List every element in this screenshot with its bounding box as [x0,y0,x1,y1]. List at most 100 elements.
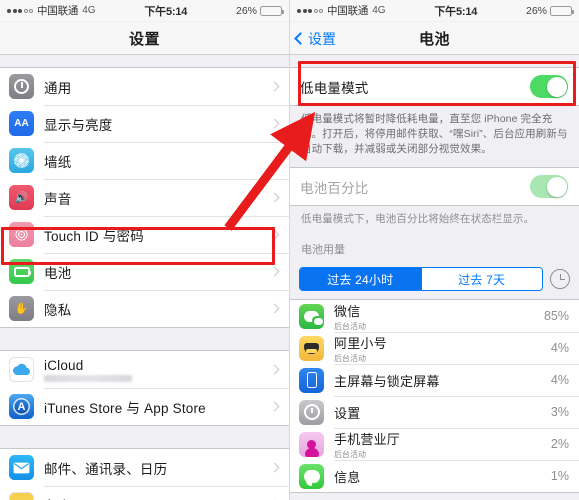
app-name: 信息 [334,469,361,485]
messages-icon [299,463,324,489]
app-battery-percent: 3% [550,405,569,419]
usage-range-segmented-control[interactable]: 过去 24小时 过去 7天 [299,267,543,291]
sidebar-item-mail-contacts-calendars[interactable]: 邮件、通讯录、日历 [0,449,289,486]
app-battery-percent: 4% [550,341,569,355]
list-top-gap [290,55,579,67]
battery-percent-label: 26% [525,4,547,17]
low-power-mode-footnote: 低电量模式将暂时降低耗电量，直至您 iPhone 完全充电。打开后，将停用邮件获… [290,106,579,167]
battery-screen: 中国联通 4G 下午5:14 26% 设置 电池 低电量模式 低电量模式将暂时降… [290,0,579,500]
chevron-right-icon [269,462,280,473]
low-power-mode-toggle[interactable] [530,75,568,98]
list-item[interactable]: 阿里小号 后台活动 4% [290,332,579,364]
status-bar-right-group: 26% [236,5,284,17]
wechat-icon [299,303,324,329]
tab-last-24-hours[interactable]: 过去 24小时 [300,268,421,290]
battery-percentage-footnote: 低电量模式下，电池百分比将始终在状态栏显示。 [290,206,579,237]
battery-percentage-label: 电池百分比 [300,180,369,196]
settings-screen: 中国联通 4G 下午5:14 26% 设置 通用 AA 显示与亮度 墙纸 🔊 声… [0,0,290,500]
app-name: 微信 [334,303,361,319]
network-type-label: 4G [82,5,96,16]
battery-nav-bar: 设置 电池 [290,22,579,55]
back-button-label: 设置 [308,30,336,47]
app-activity-subtitle: 后台活动 [334,353,366,363]
gear-icon [9,74,34,99]
status-bar-left-group: 中国联通 4G [7,3,96,18]
app-text-stack: 手机营业厅 后台活动 [334,429,551,460]
list-item[interactable]: 微信 后台活动 85% [290,300,579,332]
settings-group-accounts: iCloud A iTunes Store 与 App Store [0,350,289,426]
network-type-label: 4G [372,5,386,16]
clock-icon[interactable] [550,269,570,289]
low-power-mode-label: 低电量模式 [300,80,369,96]
settings-list-scroll[interactable]: 通用 AA 显示与亮度 墙纸 🔊 声音 Touch ID 与密码 电池 ✋ 隐私… [0,55,289,500]
itunes-appstore-icon: A [9,394,34,419]
battery-percentage-row[interactable]: 电池百分比 [290,168,579,205]
page-title: 设置 [128,30,160,48]
app-text-stack: 设置 [334,403,551,422]
group-separator [0,328,289,350]
sidebar-item-itunes-appstore[interactable]: A iTunes Store 与 App Store [0,388,289,425]
battery-percentage-group: 电池百分比 [290,167,579,206]
chevron-right-icon [269,266,280,277]
sidebar-item-touch-id[interactable]: Touch ID 与密码 [0,216,289,253]
sidebar-item-sounds[interactable]: 🔊 声音 [0,179,289,216]
carrier-label: 中国联通 [37,5,79,17]
app-battery-percent: 85% [543,309,569,323]
battery-usage-header: 电池用量 [290,237,579,262]
list-item[interactable]: 主屏幕与锁定屏幕 4% [290,364,579,396]
carrier-label: 中国联通 [327,5,369,17]
sidebar-item-notes[interactable]: 备忘录 [0,486,289,500]
chevron-right-icon [269,303,280,314]
sidebar-item-icloud[interactable]: iCloud [0,351,289,388]
app-battery-percent: 1% [550,469,569,483]
dual-screenshot-container: 中国联通 4G 下午5:14 26% 设置 通用 AA 显示与亮度 墙纸 🔊 声… [0,0,579,500]
battery-percentage-toggle[interactable] [530,175,568,198]
app-text-stack: 微信 后台活动 [334,301,544,332]
signal-strength-icon [297,8,323,13]
back-button[interactable]: 设置 [294,22,336,55]
battery-scroll[interactable]: 低电量模式 低电量模式将暂时降低耗电量，直至您 iPhone 完全充电。打开后，… [290,55,579,500]
icloud-text-stack: iCloud [44,358,271,382]
sidebar-item-display-brightness[interactable]: AA 显示与亮度 [0,105,289,142]
clock-label: 下午5:14 [434,5,478,18]
page-title: 电池 [418,30,450,48]
list-item[interactable]: 设置 3% [290,396,579,428]
sidebar-item-privacy[interactable]: ✋ 隐私 [0,290,289,327]
home-lock-screen-icon [299,367,324,393]
status-bar-right: 中国联通 4G 下午5:14 26% [290,0,579,22]
settings-app-icon [299,399,324,425]
group-separator [0,426,289,448]
tab-last-7-days[interactable]: 过去 7天 [420,268,542,290]
battery-icon [550,5,574,16]
chevron-right-icon [269,364,280,375]
status-bar-right-group: 26% [525,4,574,17]
app-name: 手机营业厅 [334,431,401,447]
sidebar-item-label: 显示与亮度 [44,117,113,133]
clock-label: 下午5:14 [144,5,188,18]
chevron-right-icon [269,192,280,203]
display-brightness-icon: AA [9,111,34,136]
chevron-right-icon [269,81,280,92]
list-item[interactable]: 信息 1% [290,460,579,492]
privacy-hand-icon: ✋ [9,296,34,321]
sidebar-item-wallpaper[interactable]: 墙纸 [0,142,289,179]
app-name: 设置 [334,405,361,421]
sidebar-item-label: 墙纸 [44,154,72,170]
low-power-mode-row[interactable]: 低电量模式 [290,68,579,105]
sidebar-item-battery[interactable]: 电池 [0,253,289,290]
mail-icon [9,455,34,480]
ali-xiaohao-icon [299,335,324,361]
list-item[interactable]: 手机营业厅 后台活动 2% [290,428,579,460]
chevron-right-icon [269,118,280,129]
app-activity-subtitle: 后台活动 [334,321,366,331]
notes-icon [9,492,34,500]
sidebar-item-label: 隐私 [44,302,72,318]
low-power-group: 低电量模式 [290,67,579,106]
battery-icon [260,5,284,16]
sound-icon: 🔊 [9,185,34,210]
sidebar-item-general[interactable]: 通用 [0,68,289,105]
sidebar-item-label: 声音 [44,191,72,207]
app-name: 阿里小号 [334,335,387,351]
sidebar-item-label: 备忘录 [44,495,271,500]
app-battery-percent: 4% [550,373,569,387]
